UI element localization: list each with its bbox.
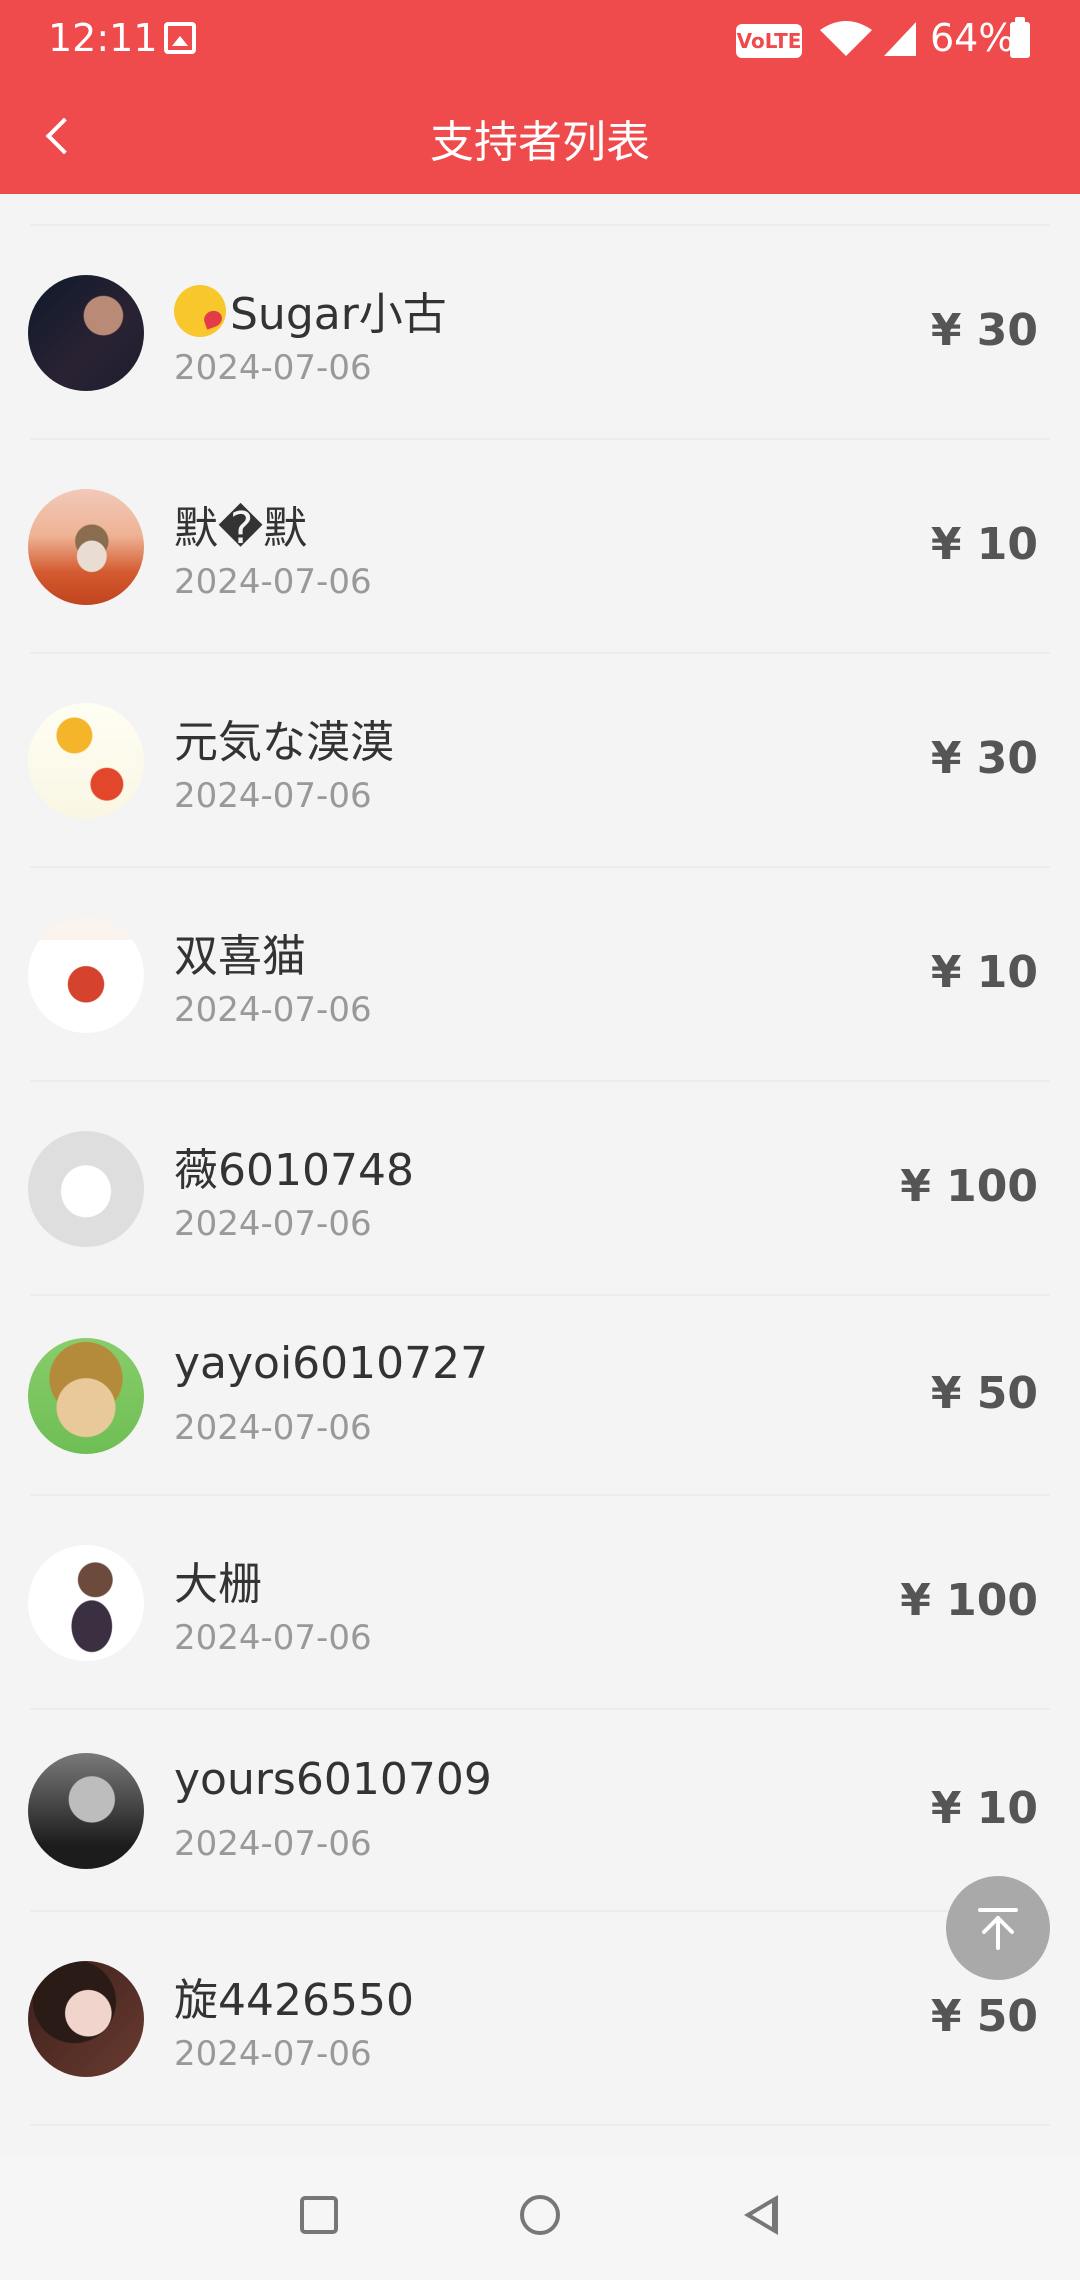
- list-item[interactable]: yayoi6010727 2024-07-06 ¥ 50: [0, 1296, 1080, 1496]
- support-date: 2024-07-06: [174, 1408, 372, 1448]
- status-bar: 12:11 VoLTE 64%: [0, 0, 1080, 80]
- image-notification-icon: [164, 22, 196, 54]
- battery-percent: 64%: [930, 16, 1015, 60]
- support-date: 2024-07-06: [174, 562, 372, 602]
- arrow-up-to-top-icon: [978, 1908, 1018, 1950]
- support-amount: ¥ 10: [930, 947, 1038, 998]
- nav-bar: 支持者列表: [0, 80, 1080, 194]
- home-button[interactable]: [505, 2180, 575, 2250]
- avatar[interactable]: [28, 1961, 144, 2077]
- support-amount: ¥ 30: [930, 733, 1038, 784]
- avatar[interactable]: [28, 703, 144, 819]
- triangle-back-icon: [744, 2195, 778, 2235]
- avatar[interactable]: [28, 917, 144, 1033]
- support-date: 2024-07-06: [174, 1618, 372, 1658]
- supporter-name: 大栅: [174, 1559, 262, 1610]
- list-item[interactable]: 旋4426550 2024-07-06 ¥ 50: [0, 1912, 1080, 2126]
- support-amount: ¥ 100: [900, 1575, 1038, 1626]
- status-time: 12:11: [48, 16, 158, 60]
- support-amount: ¥ 50: [930, 1368, 1038, 1419]
- list-item[interactable]: yours6010709 2024-07-06 ¥ 10: [0, 1710, 1080, 1912]
- list-item[interactable]: Sugar小古 2024-07-06 ¥ 30: [0, 226, 1080, 440]
- list-item[interactable]: 元気な漠漠 2024-07-06 ¥ 30: [0, 654, 1080, 868]
- avatar[interactable]: [28, 489, 144, 605]
- supporter-name: Sugar小古: [230, 289, 447, 340]
- avatar[interactable]: [28, 1545, 144, 1661]
- app-header: 12:11 VoLTE 64% 支持者列表: [0, 0, 1080, 194]
- circle-icon: [520, 2195, 560, 2235]
- list-item[interactable]: 大栅 2024-07-06 ¥ 100: [0, 1496, 1080, 1710]
- support-date: 2024-07-06: [174, 1204, 372, 1244]
- avatar[interactable]: [28, 1338, 144, 1454]
- supporter-name: 元気な漠漠: [174, 717, 394, 768]
- supporter-name: 旋4426550: [174, 1975, 414, 2026]
- supporter-name: 薇6010748: [174, 1145, 414, 1196]
- page-title: 支持者列表: [430, 117, 650, 168]
- support-amount: ¥ 50: [930, 1991, 1038, 2042]
- wifi-icon: [820, 21, 872, 56]
- supporter-name: yayoi6010727: [174, 1338, 489, 1389]
- support-date: 2024-07-06: [174, 348, 372, 388]
- support-amount: ¥ 30: [930, 305, 1038, 356]
- supporter-name: 双喜猫: [174, 931, 306, 982]
- kiss-emoji-icon: [174, 285, 226, 337]
- list-item[interactable]: 默�默 2024-07-06 ¥ 10: [0, 440, 1080, 654]
- system-navigation-bar: [0, 2154, 1080, 2280]
- battery-icon: [1010, 17, 1030, 58]
- support-date: 2024-07-06: [174, 2034, 372, 2074]
- avatar[interactable]: [28, 1131, 144, 1247]
- support-date: 2024-07-06: [174, 1824, 372, 1864]
- list-item[interactable]: 薇6010748 2024-07-06 ¥ 100: [0, 1082, 1080, 1296]
- supporter-list[interactable]: Sugar小古 2024-07-06 ¥ 30 默�默 2024-07-06 ¥…: [0, 194, 1080, 2154]
- avatar[interactable]: [28, 275, 144, 391]
- avatar[interactable]: [28, 1753, 144, 1869]
- divider: [30, 2124, 1050, 2126]
- support-amount: ¥ 100: [900, 1161, 1038, 1212]
- support-date: 2024-07-06: [174, 776, 372, 816]
- support-amount: ¥ 10: [930, 1783, 1038, 1834]
- supporter-name: 默�默: [174, 503, 308, 554]
- recent-apps-button[interactable]: [284, 2180, 354, 2250]
- volte-badge: VoLTE: [736, 24, 802, 58]
- supporter-name: yours6010709: [174, 1754, 492, 1805]
- list-item[interactable]: 双喜猫 2024-07-06 ¥ 10: [0, 868, 1080, 1082]
- support-amount: ¥ 10: [930, 519, 1038, 570]
- support-date: 2024-07-06: [174, 990, 372, 1030]
- square-icon: [300, 2196, 338, 2234]
- scroll-to-top-button[interactable]: [946, 1876, 1050, 1980]
- system-back-button[interactable]: [726, 2180, 796, 2250]
- signal-icon: [884, 22, 916, 56]
